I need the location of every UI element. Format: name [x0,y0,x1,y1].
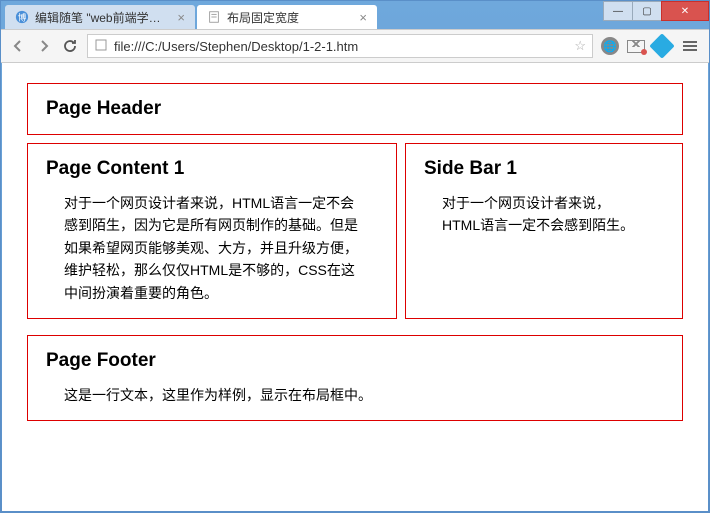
main-row: Page Content 1 对于一个网页设计者来说，HTML语言一定不会感到陌… [27,143,683,327]
url-input[interactable] [114,39,568,54]
browser-window: 博 编辑随笔 "web前端学习笔 × 布局固定宽度 × — ▢ ✕ ☆ 🌐 [0,0,710,513]
back-button[interactable] [9,37,27,55]
page-footer-body: 这是一行文本，这里作为样例，显示在布局框中。 [46,384,664,406]
tag-icon[interactable] [649,33,674,58]
tab-title: 编辑随笔 "web前端学习笔 [35,9,171,26]
page-header-title: Page Header [46,98,664,120]
toolbar: ☆ 🌐 [1,29,709,63]
content-1-box: Page Content 1 对于一个网页设计者来说，HTML语言一定不会感到陌… [27,143,397,319]
window-controls: — ▢ ✕ [604,1,709,21]
close-button[interactable]: ✕ [661,1,709,21]
globe-icon [94,38,108,55]
page-footer-title: Page Footer [46,350,664,372]
page-footer-box: Page Footer 这是一行文本，这里作为样例，显示在布局框中。 [27,335,683,421]
favicon-icon: 博 [15,10,29,24]
translate-icon[interactable]: 🌐 [601,37,619,55]
forward-button[interactable] [35,37,53,55]
close-icon[interactable]: × [359,10,367,25]
tab-title: 布局固定宽度 [227,9,353,26]
sidebar-1-box: Side Bar 1 对于一个网页设计者来说，HTML语言一定不会感到陌生。 [405,143,683,319]
bookmark-icon[interactable]: ☆ [574,38,586,54]
file-icon [207,10,221,24]
minimize-button[interactable]: — [603,1,633,21]
menu-button[interactable] [679,37,701,55]
sidebar-1-title: Side Bar 1 [424,158,664,180]
svg-text:博: 博 [18,12,27,23]
sidebar-1-body: 对于一个网页设计者来说，HTML语言一定不会感到陌生。 [424,192,664,237]
page-header-box: Page Header [27,83,683,135]
close-icon[interactable]: × [177,10,185,25]
titlebar: 博 编辑随笔 "web前端学习笔 × 布局固定宽度 × — ▢ ✕ [1,1,709,29]
content-1-title: Page Content 1 [46,158,378,180]
mail-icon[interactable] [627,40,645,53]
reload-button[interactable] [61,37,79,55]
page-content: Page Header Page Content 1 对于一个网页设计者来说，H… [2,63,708,511]
maximize-button[interactable]: ▢ [632,1,662,21]
address-bar[interactable]: ☆ [87,34,593,58]
tab-active[interactable]: 布局固定宽度 × [197,5,377,29]
tab-inactive[interactable]: 博 编辑随笔 "web前端学习笔 × [5,5,195,29]
content-1-body: 对于一个网页设计者来说，HTML语言一定不会感到陌生，因为它是所有网页制作的基础… [46,192,378,304]
